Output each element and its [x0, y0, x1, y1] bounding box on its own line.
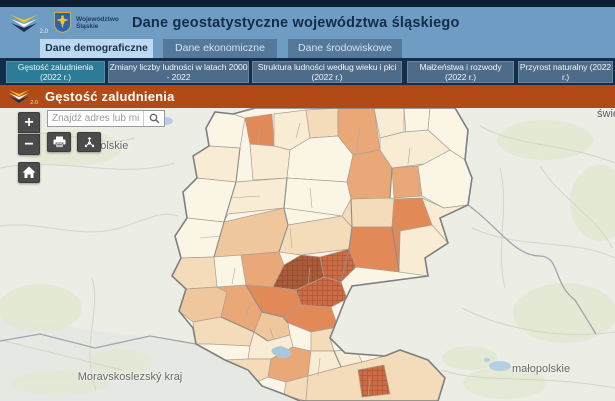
zoom-out-button[interactable]: −: [18, 134, 40, 155]
geoportal-logo: 2.0: [8, 11, 46, 35]
share-icon: [83, 136, 96, 149]
tab-dane-ekonomiczne[interactable]: Dane ekonomiczne: [163, 39, 277, 58]
home-extent-button[interactable]: [18, 162, 40, 183]
region-label-swietokrzyskie: świętokrzyskie: [597, 108, 615, 120]
coat-of-arms-caption: Województwo Śląskie: [76, 16, 120, 30]
subtab-malzenstwa-rozwody[interactable]: Małżeństwa i rozwody (2022 r.): [407, 61, 514, 83]
search-input[interactable]: [48, 111, 143, 126]
search-icon: [149, 113, 160, 124]
subtab-zmiany-liczby-ludnosci[interactable]: Zmiany liczby ludności w latach 2000 - 2…: [108, 61, 249, 83]
zoom-in-button[interactable]: +: [18, 112, 40, 133]
region-label-malopolskie: małopolskie: [512, 363, 570, 375]
map-viewport: opolskie małopolskie Moravskoslezský kra…: [0, 108, 615, 401]
subtab-przyrost-naturalny[interactable]: Przyrost naturalny (2022 r.): [518, 61, 613, 83]
coat-of-arms-icon: [54, 12, 71, 33]
print-icon: [53, 136, 66, 148]
module-title: Gęstość zaludnienia: [45, 89, 175, 104]
version-badge: 2.0: [40, 29, 48, 35]
page-title: Dane geostatystyczne województwa śląskie…: [132, 15, 460, 31]
search-button[interactable]: [143, 111, 164, 126]
share-button[interactable]: [77, 132, 101, 152]
top-strip: [0, 0, 615, 7]
module-logo: 2.0: [7, 88, 37, 106]
search-box: [47, 110, 165, 127]
print-button[interactable]: [47, 132, 71, 152]
app-header: 2.0 Województwo Śląskie Dane geostatysty…: [0, 7, 615, 38]
module-title-bar: 2.0 Gęstość zaludnienia: [0, 85, 615, 108]
subtab-struktura-ludnosci[interactable]: Struktura ludności według wieku i płci (…: [252, 61, 402, 83]
main-tab-bar: Dane demograficzne Dane ekonomiczne Dane…: [0, 38, 615, 58]
geoportal-app: 2.0 Województwo Śląskie Dane geostatysty…: [0, 0, 615, 401]
region-label-moravskoslezsky: Moravskoslezský kraj: [70, 371, 190, 384]
sub-tab-bar: Gęstość zaludnienia (2022 r.) Zmiany lic…: [0, 58, 615, 85]
tab-dane-srodowiskowe[interactable]: Dane środowiskowe: [288, 39, 402, 58]
version-badge: 2.0: [30, 100, 38, 106]
home-icon: [22, 166, 36, 179]
tab-dane-demograficzne[interactable]: Dane demograficzne: [40, 39, 153, 58]
subtab-gestosc-zaludnienia[interactable]: Gęstość zaludnienia (2022 r.): [6, 61, 105, 83]
